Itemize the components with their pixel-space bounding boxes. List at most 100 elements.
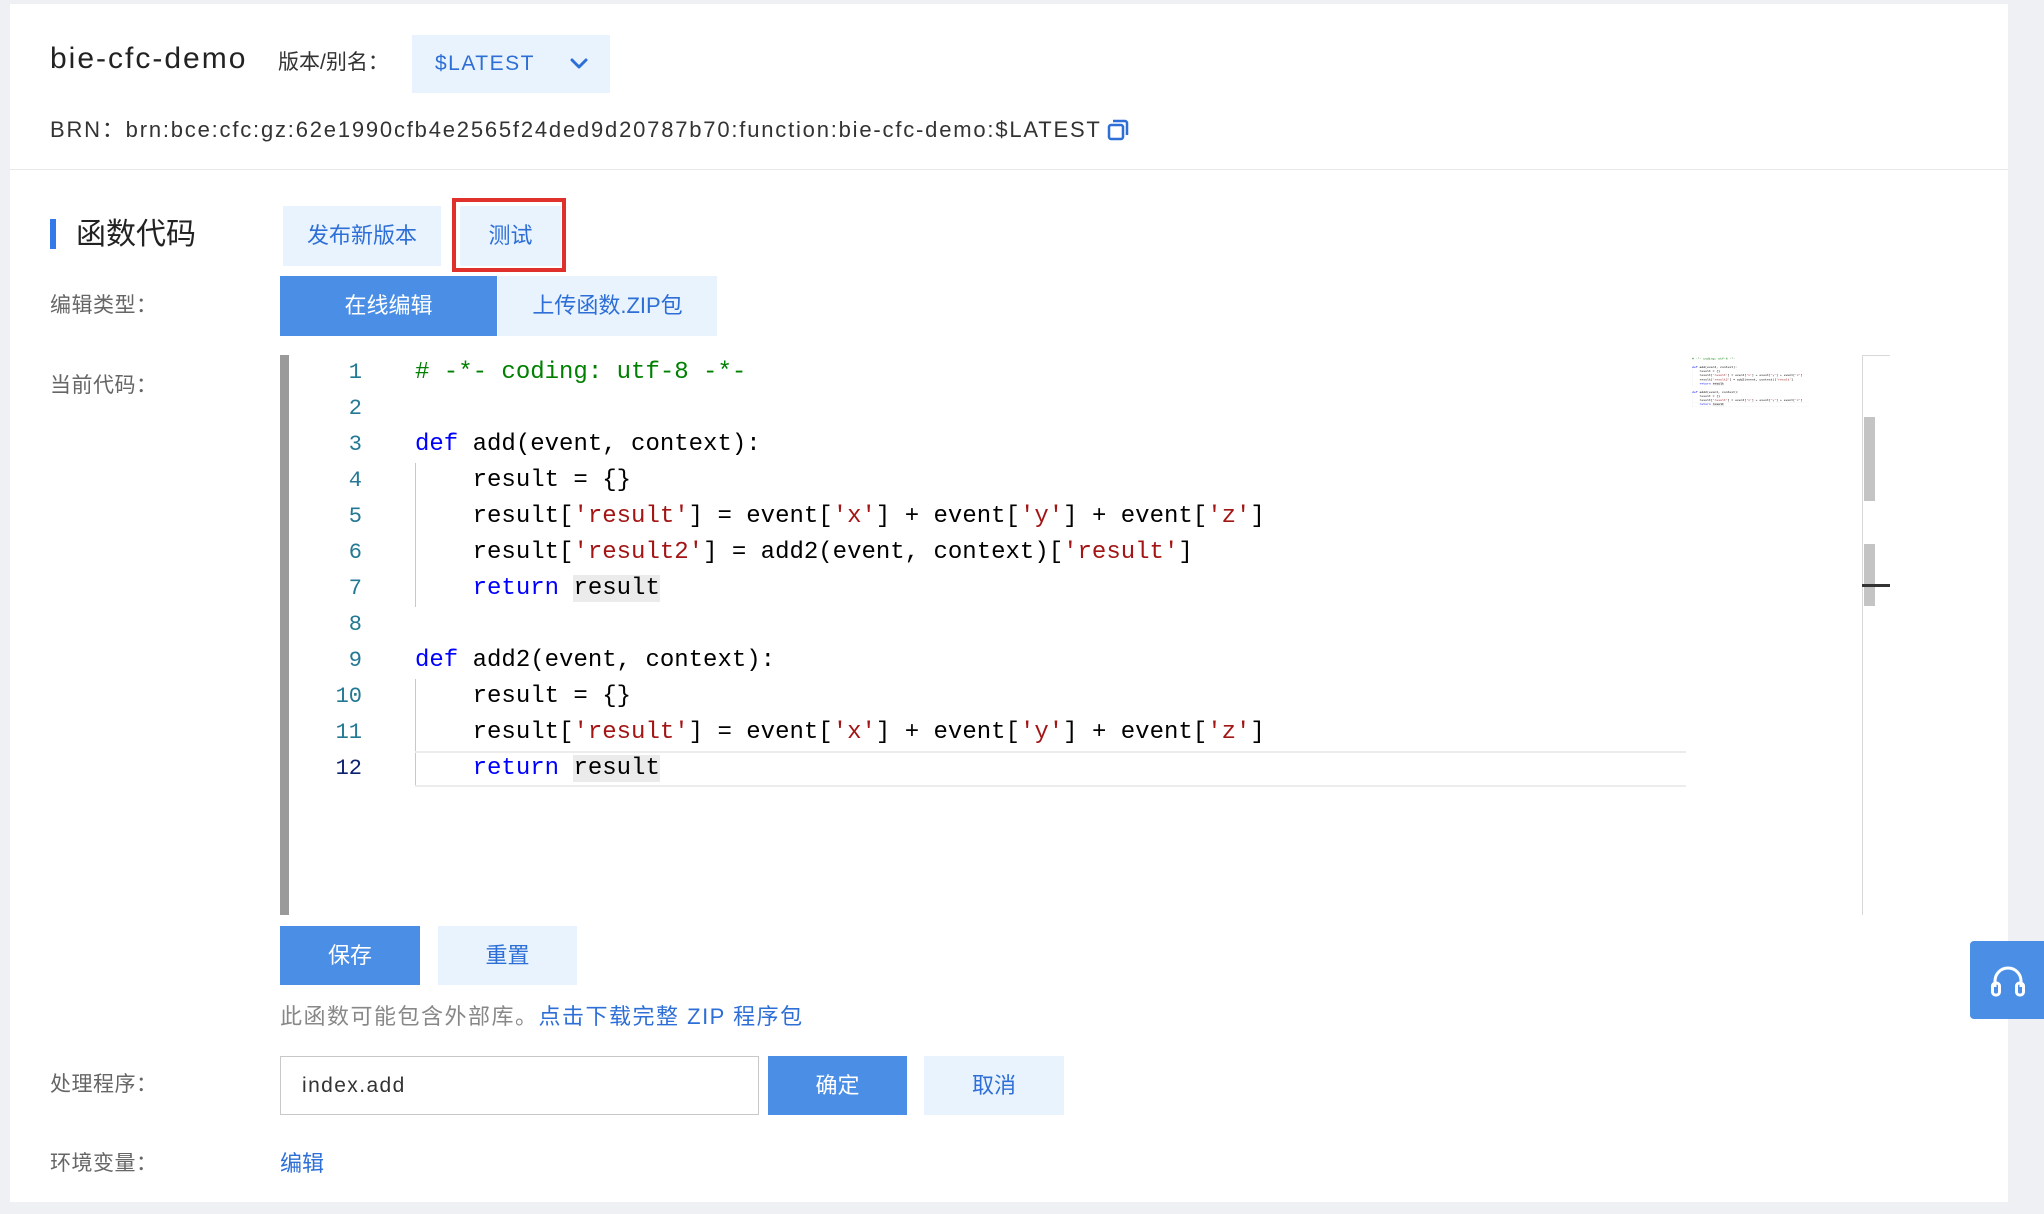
line-number: 2	[348, 396, 362, 421]
minimap-content: # -*- coding: utf-8 -*- def add(event, co…	[1692, 357, 1809, 407]
code-token-plain: ] + event[	[875, 503, 1020, 530]
code-token-occurrence: result	[573, 575, 660, 602]
code-token-string: 'z'	[1207, 503, 1251, 530]
current-code-label: 当前代码：	[50, 374, 158, 397]
code-token-plain: result[	[472, 503, 574, 530]
save-button[interactable]: 保存	[280, 926, 420, 985]
handler-input[interactable]	[280, 1056, 759, 1115]
line-number: 11	[335, 720, 362, 745]
code-token-plain: add2(event, context):	[458, 647, 776, 674]
code-token-string: 'result'	[1063, 539, 1179, 566]
code-token-indent	[415, 715, 473, 751]
confirm-button[interactable]: 确定	[768, 1056, 907, 1115]
code-token-string: 'result'	[1776, 378, 1792, 382]
code-token-plain: ] = add2(event, context)[	[1729, 378, 1777, 382]
cancel-button[interactable]: 取消	[924, 1056, 1064, 1115]
code-token-plain: ] + event[	[1776, 398, 1795, 402]
chevron-down-icon	[569, 55, 589, 73]
code-line[interactable]: result['result'] = event['x'] + event['y…	[415, 715, 1686, 751]
code-token-plain: add(event, context):	[1697, 365, 1737, 369]
code-token-plain: result = {}	[472, 467, 632, 494]
brn-label: BRN：	[50, 117, 126, 142]
code-token-plain: ] = add2(event, context)[	[703, 539, 1064, 566]
edit-type-label: 编辑类型：	[50, 294, 158, 317]
download-zip-link[interactable]: 点击下载完整 ZIP 程序包	[539, 1004, 804, 1029]
scrollbar-thumb[interactable]	[1864, 544, 1875, 606]
code-line[interactable]: return result	[415, 751, 1686, 787]
code-line[interactable]	[415, 607, 1686, 643]
test-button[interactable]: 测试	[460, 206, 561, 266]
code-token-string: 'result2'	[1712, 378, 1730, 382]
code-token-string: 'x'	[832, 719, 876, 746]
code-token-plain: result = {}	[472, 683, 632, 710]
scrollbar-top-edge	[1863, 355, 1890, 356]
code-token-indent	[415, 753, 473, 785]
code-token-plain: add2(event, context):	[1697, 390, 1739, 394]
version-alias-value: $LATEST	[435, 52, 535, 75]
line-number: 8	[348, 612, 362, 637]
code-line[interactable]: return result	[1692, 402, 1809, 407]
code-line[interactable]: result = {}	[415, 463, 1686, 499]
code-token-string: 'z'	[1207, 719, 1251, 746]
line-number: 7	[348, 576, 362, 601]
reset-button[interactable]: 重置	[438, 926, 577, 985]
editor-scrollbar[interactable]	[1862, 355, 1890, 915]
code-token-string: 'result2'	[573, 539, 704, 566]
code-token-indent	[415, 499, 473, 535]
code-token-keyword: return	[472, 575, 560, 602]
code-token-string: 'result'	[573, 719, 689, 746]
code-token-string: 'result'	[573, 503, 689, 530]
line-number: 5	[348, 504, 362, 529]
external-library-notice: 此函数可能包含外部库。点击下载完整 ZIP 程序包	[280, 999, 804, 1035]
code-token-string: 'y'	[1019, 503, 1064, 530]
publish-version-button[interactable]: 发布新版本	[283, 206, 441, 266]
code-token-string: 'result'	[1712, 374, 1728, 378]
code-token-plain: ] = event[	[688, 719, 833, 746]
code-token-plain: ]	[1800, 374, 1803, 378]
code-line[interactable]: def add(event, context):	[415, 427, 1686, 463]
code-token-plain: ] + event[	[1063, 503, 1208, 530]
code-token-plain: ]	[1250, 503, 1265, 530]
code-minimap[interactable]: # -*- coding: utf-8 -*- def add(event, co…	[1686, 355, 1862, 915]
scrollbar-thumb[interactable]	[1864, 417, 1875, 501]
edit-type-upload-zip[interactable]: 上传函数.ZIP包	[498, 276, 717, 336]
code-token-plain: ]	[1178, 539, 1193, 566]
code-token-plain: ]	[1250, 719, 1265, 746]
copy-icon[interactable]	[1106, 117, 1130, 141]
code-line[interactable]: result['result2'] = add2(event, context)…	[415, 535, 1686, 571]
line-number: 1	[348, 360, 362, 385]
minimap-code: # -*- coding: utf-8 -*- def add(event, co…	[1692, 357, 1809, 407]
code-token-plain: add(event, context):	[458, 431, 761, 458]
code-editor[interactable]: 1 2 3 4 5 6 7 8 9 10 11 12 # -*- coding: utf-8 -*- d…	[280, 355, 1890, 915]
code-token-indent	[415, 679, 473, 715]
code-line[interactable]: result['result'] = event['x'] + event['y…	[415, 499, 1686, 535]
code-line[interactable]	[415, 391, 1686, 427]
code-token-occurrence: result	[573, 755, 660, 782]
code-line[interactable]: return result	[415, 571, 1686, 607]
version-alias-select[interactable]: $LATEST	[412, 35, 610, 93]
code-token-string: 'result'	[1712, 398, 1728, 402]
code-token-plain: ]	[1800, 398, 1803, 402]
code-line[interactable]: def add2(event, context):	[415, 643, 1686, 679]
header-divider	[10, 169, 2008, 170]
code-token-indent	[1692, 381, 1700, 386]
notice-text: 此函数可能包含外部库。	[280, 1004, 539, 1029]
brn-value: brn:bce:cfc:gz:62e1990cfb4e2565f24ded9d2…	[125, 117, 1102, 142]
environment-variables-label: 环境变量：	[50, 1152, 158, 1175]
function-detail-card: bie-cfc-demo 版本/别名： $LATEST BRN：brn:bce:…	[10, 4, 2008, 1202]
edit-type-online[interactable]: 在线编辑	[280, 276, 497, 336]
code-token-plain: ] = event[	[1727, 398, 1747, 402]
code-token-plain: ] = event[	[688, 503, 833, 530]
code-token-occurrence: result	[1712, 382, 1724, 386]
edit-environment-link[interactable]: 编辑	[280, 1146, 324, 1182]
section-title: 函数代码	[76, 218, 196, 251]
code-token-comment: # -*- coding: utf-8 -*-	[415, 359, 747, 386]
code-token-keyword: return	[472, 755, 560, 782]
code-line[interactable]: result = {}	[415, 679, 1686, 715]
code-token-plain: result = {}	[1699, 369, 1721, 373]
code-token-plain: ] + event[	[1751, 398, 1771, 402]
code-line[interactable]: # -*- coding: utf-8 -*-	[415, 355, 1686, 391]
code-content[interactable]: # -*- coding: utf-8 -*- def add(event, co…	[415, 355, 1686, 787]
help-support-button[interactable]	[1970, 941, 2044, 1019]
